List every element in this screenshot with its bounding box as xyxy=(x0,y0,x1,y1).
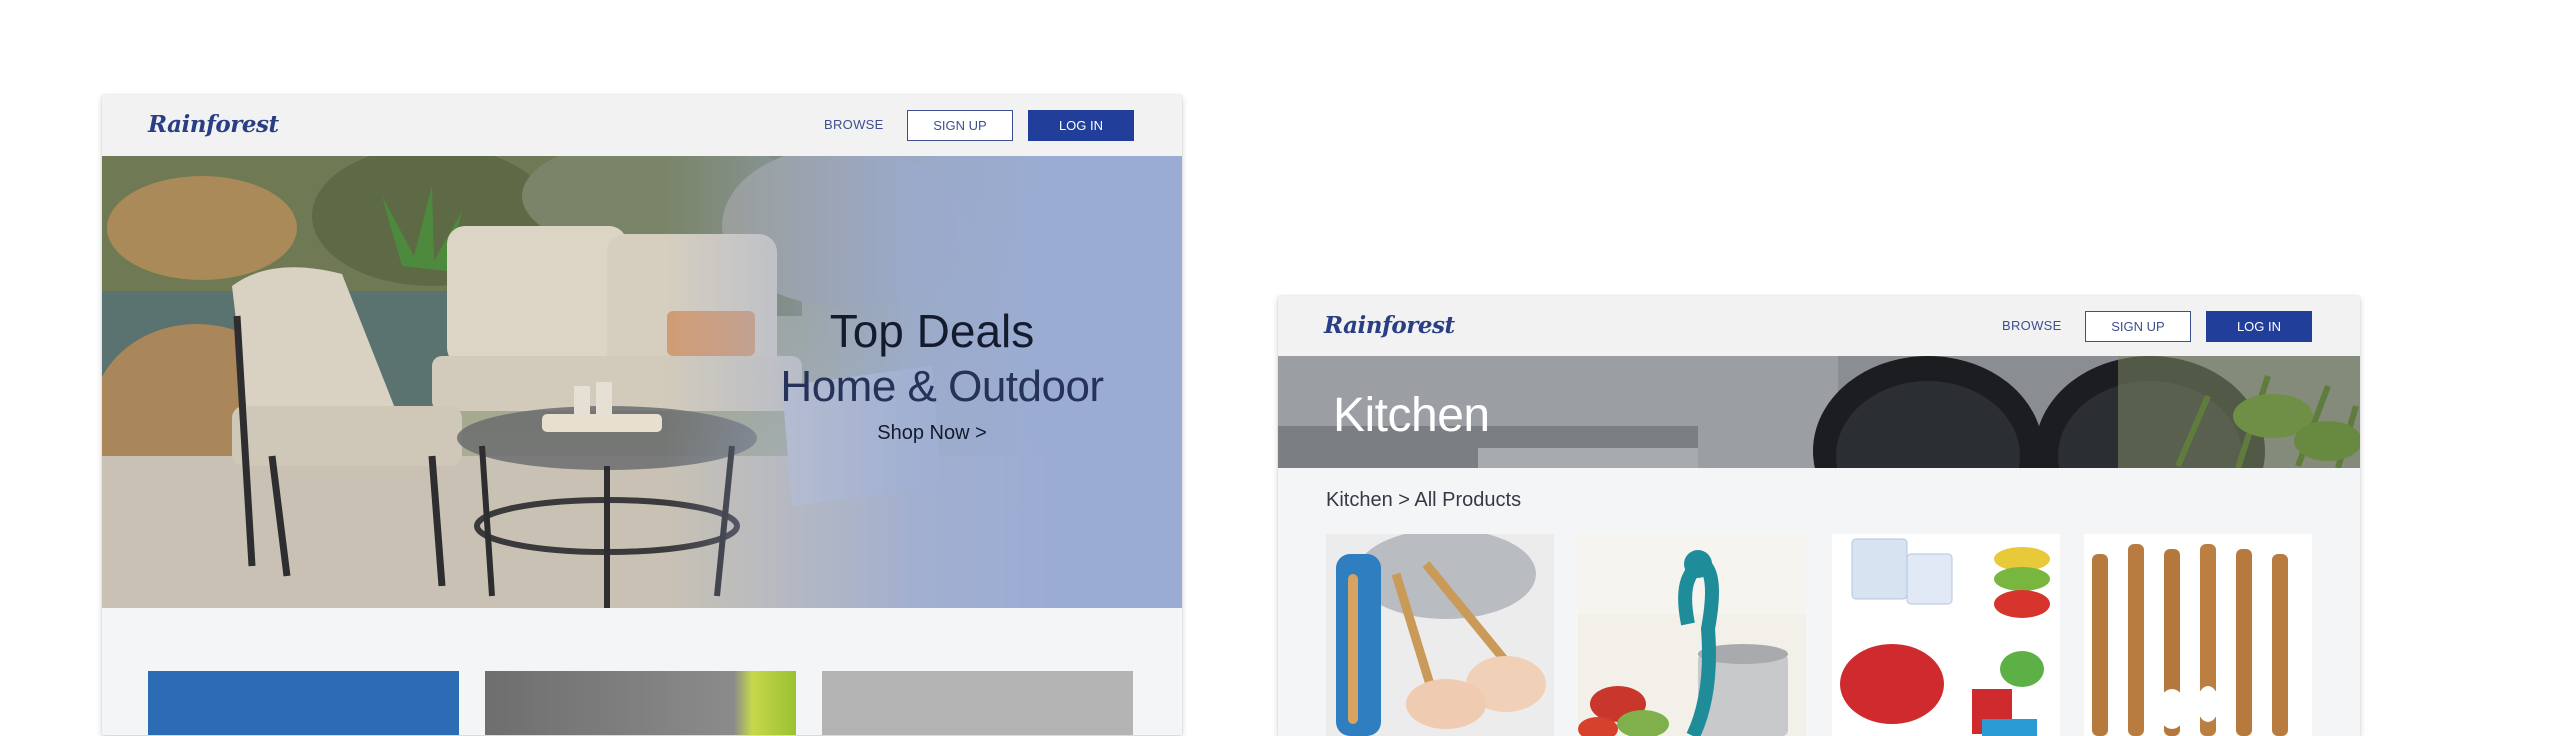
deal-tiles xyxy=(102,608,1182,735)
product-card-4[interactable] xyxy=(2084,534,2312,736)
log-in-button[interactable]: LOG IN xyxy=(1028,110,1134,141)
product-image-spatulas xyxy=(2084,534,2312,736)
top-nav: Rainforest BROWSE SIGN UP LOG IN xyxy=(102,95,1182,156)
breadcrumb[interactable]: Kitchen > All Products xyxy=(1326,489,1521,512)
deal-tile-2[interactable] xyxy=(485,671,796,735)
category-title: Kitchen xyxy=(1333,389,1490,442)
product-image-bowls xyxy=(1832,534,2060,736)
product-image-utensils xyxy=(1326,534,1554,736)
product-card-3[interactable] xyxy=(1832,534,2060,736)
sign-up-button[interactable]: SIGN UP xyxy=(907,110,1013,141)
deal-tile-3[interactable] xyxy=(822,671,1133,735)
category-banner: Kitchen xyxy=(1278,356,2360,468)
product-image-ladle xyxy=(1578,534,1806,736)
hero-title: Top Deals xyxy=(829,305,1035,357)
shop-now-link[interactable]: Shop Now > xyxy=(782,422,1082,445)
top-nav: Rainforest BROWSE SIGN UP LOG IN xyxy=(1278,296,2360,356)
browse-link[interactable]: BROWSE xyxy=(824,117,884,132)
product-card-2[interactable] xyxy=(1578,534,1806,736)
category-page-mockup: Rainforest BROWSE SIGN UP LOG IN Kitchen… xyxy=(1278,296,2360,736)
logo[interactable]: Rainforest xyxy=(148,111,279,138)
browse-link[interactable]: BROWSE xyxy=(2002,318,2062,333)
hero-subtitle: Home & Outdoor xyxy=(780,362,1104,411)
hero-banner[interactable]: Top Deals Home & Outdoor Shop Now > xyxy=(102,156,1182,608)
home-page-mockup: Rainforest BROWSE SIGN UP LOG IN Top Dea… xyxy=(102,95,1182,735)
product-card-1[interactable] xyxy=(1326,534,1554,736)
log-in-button[interactable]: LOG IN xyxy=(2206,311,2312,342)
deal-tile-1[interactable] xyxy=(148,671,459,735)
sign-up-button[interactable]: SIGN UP xyxy=(2085,311,2191,342)
logo[interactable]: Rainforest xyxy=(1324,312,1455,339)
